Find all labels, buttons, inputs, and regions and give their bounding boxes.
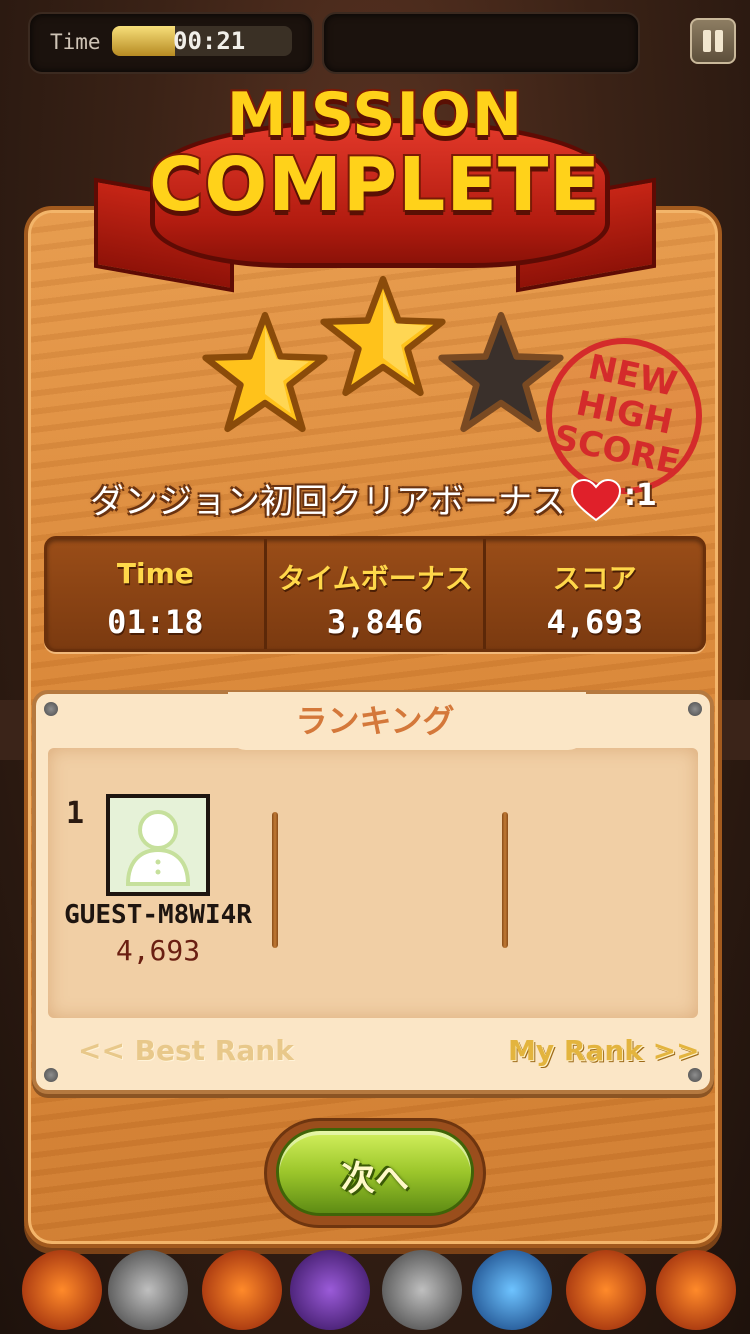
ranking-title: ランキング bbox=[295, 702, 455, 740]
next-button[interactable]: 次へ bbox=[276, 1128, 474, 1216]
fire-gem-icon bbox=[22, 1250, 102, 1330]
heart-count: :1 bbox=[624, 478, 657, 513]
star-1-icon bbox=[202, 311, 328, 433]
screw-icon bbox=[688, 1068, 702, 1082]
pause-icon bbox=[703, 30, 711, 52]
best-rank-button[interactable]: << Best Rank bbox=[78, 1034, 294, 1067]
stat-time-value: 01:18 bbox=[107, 603, 204, 641]
banner-title-mission: MISSION bbox=[225, 78, 524, 152]
stat-score-label: スコア bbox=[552, 562, 637, 595]
stat-time-label: Time bbox=[116, 557, 194, 590]
heart-icon bbox=[570, 478, 622, 522]
result-stats: Time 01:18 タイムボーナス 3,846 スコア 4,693 bbox=[44, 536, 706, 652]
stat-time-bonus-value: 3,846 bbox=[326, 603, 424, 641]
player-name: GUEST-M8WI4R bbox=[64, 900, 252, 930]
player-avatar[interactable] bbox=[106, 794, 210, 896]
stat-time: Time 01:18 bbox=[47, 539, 267, 649]
player-score: 4,693 bbox=[115, 934, 201, 967]
pause-button[interactable] bbox=[690, 18, 736, 64]
timer-value: 00:21 bbox=[173, 27, 246, 55]
slot-divider bbox=[272, 812, 278, 948]
banner-title-complete: COMPLETE bbox=[147, 140, 602, 230]
stat-time-bonus-label: タイムボーナス bbox=[277, 562, 473, 595]
stat-score: スコア 4,693 bbox=[486, 539, 703, 649]
guest-avatar-icon bbox=[125, 810, 191, 886]
fire-gem-icon bbox=[566, 1250, 646, 1330]
my-rank-button[interactable]: My Rank >> bbox=[508, 1034, 700, 1067]
timer-label: Time bbox=[50, 30, 101, 54]
next-button-label: 次へ bbox=[341, 1159, 409, 1199]
first-clear-bonus-text: ダンジョン初回クリアボーナス bbox=[90, 482, 566, 522]
timer-bar-fill bbox=[112, 26, 175, 56]
hud-empty-box bbox=[322, 12, 640, 74]
stat-time-bonus: タイムボーナス 3,846 bbox=[267, 539, 487, 649]
stat-score-value: 4,693 bbox=[546, 603, 643, 641]
slot-divider bbox=[502, 812, 508, 948]
stone-gem-icon bbox=[382, 1250, 462, 1330]
water-gem-icon bbox=[472, 1250, 552, 1330]
fire-gem-icon bbox=[656, 1250, 736, 1330]
fire-gem-icon bbox=[202, 1250, 282, 1330]
stone-gem-icon bbox=[108, 1250, 188, 1330]
dark-gem-icon bbox=[290, 1250, 370, 1330]
ranking-position: 1 bbox=[66, 796, 85, 831]
star-2-icon bbox=[320, 275, 446, 397]
screw-icon bbox=[44, 1068, 58, 1082]
